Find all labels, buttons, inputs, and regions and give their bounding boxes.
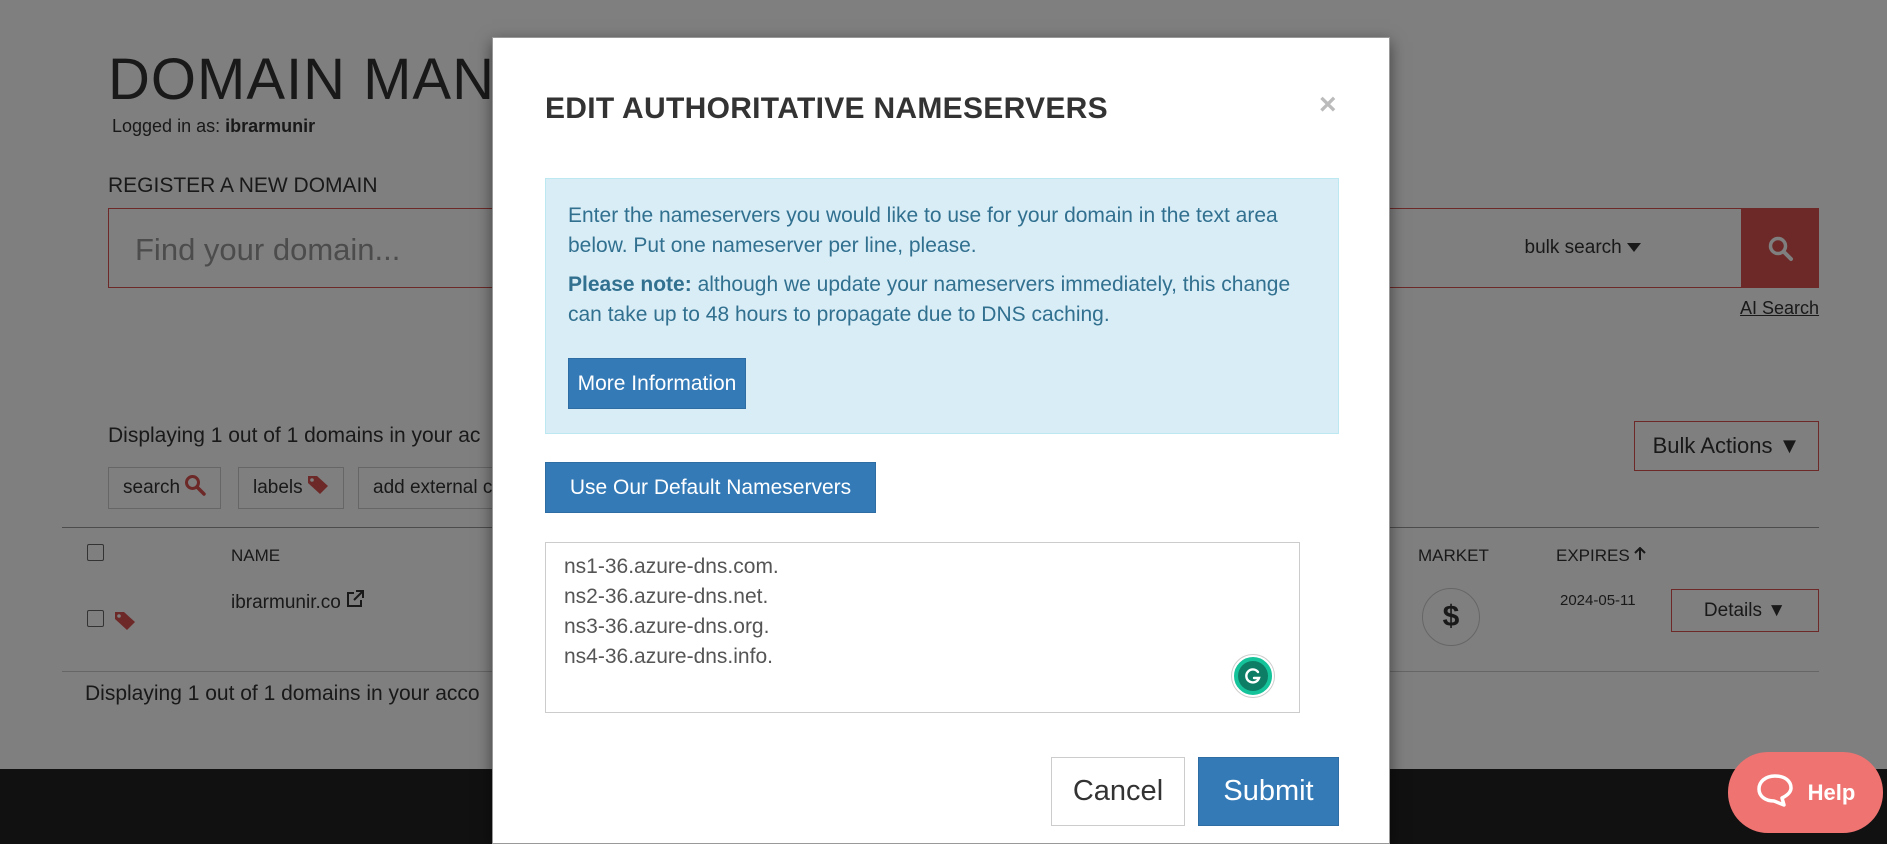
info-instructions: Enter the nameservers you would like to … xyxy=(568,204,1278,257)
nameserver-line: ns1-36.azure-dns.com. xyxy=(564,555,779,578)
chat-bubble-icon xyxy=(1756,773,1808,813)
close-icon[interactable]: × xyxy=(1319,88,1337,122)
modal-title: EDIT AUTHORITATIVE NAMESERVERS xyxy=(545,92,1108,125)
info-note: Please note: although we update your nam… xyxy=(568,270,1308,330)
submit-button[interactable]: Submit xyxy=(1198,757,1339,826)
grammarly-icon[interactable] xyxy=(1232,655,1274,697)
info-alert: Enter the nameservers you would like to … xyxy=(545,178,1339,434)
help-widget-button[interactable]: Help xyxy=(1728,752,1883,833)
edit-nameservers-modal: EDIT AUTHORITATIVE NAMESERVERS × Enter t… xyxy=(492,37,1390,844)
cancel-button[interactable]: Cancel xyxy=(1051,757,1185,826)
more-information-button[interactable]: More Information xyxy=(568,358,746,409)
nameserver-line: ns2-36.azure-dns.net. xyxy=(564,585,769,608)
info-note-label: Please note: xyxy=(568,273,692,296)
use-default-nameservers-button[interactable]: Use Our Default Nameservers xyxy=(545,462,876,513)
help-label: Help xyxy=(1807,779,1856,805)
nameservers-textarea[interactable]: ns1-36.azure-dns.com. ns2-36.azure-dns.n… xyxy=(545,542,1300,713)
nameserver-line: ns3-36.azure-dns.org. xyxy=(564,615,770,638)
grammarly-badge xyxy=(1238,661,1268,691)
nameserver-line: ns4-36.azure-dns.info. xyxy=(564,645,773,668)
